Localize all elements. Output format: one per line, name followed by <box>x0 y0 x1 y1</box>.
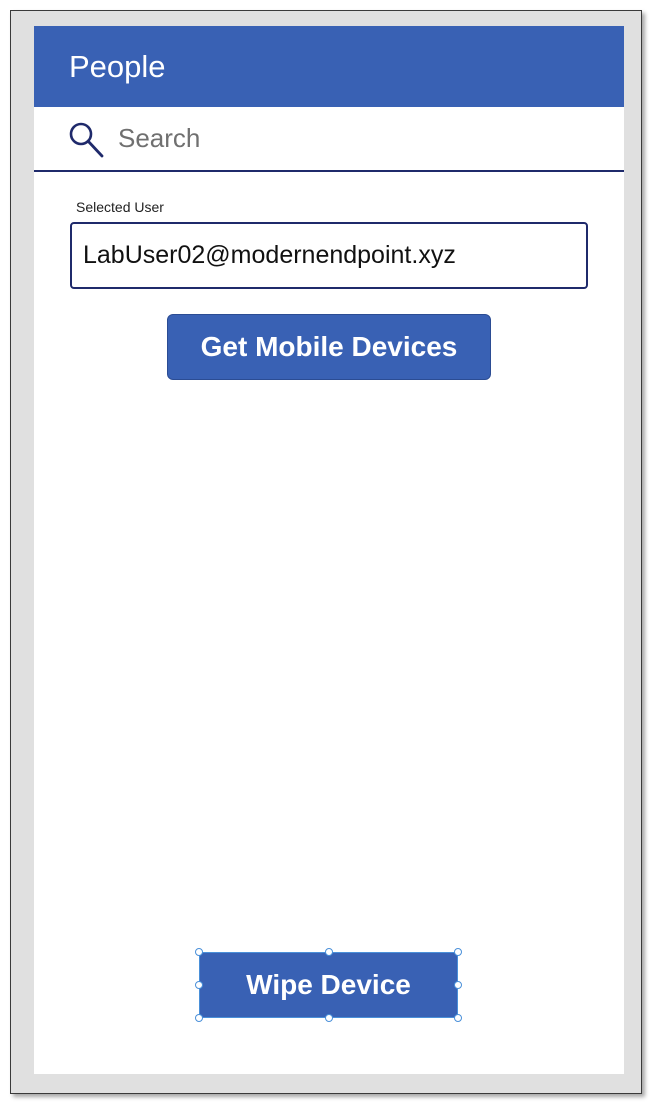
resize-handle-middle-right[interactable] <box>454 981 462 989</box>
resize-handle-bottom-right[interactable] <box>454 1014 462 1022</box>
wipe-device-button[interactable]: Wipe Device <box>199 952 458 1018</box>
resize-handle-bottom-left[interactable] <box>195 1014 203 1022</box>
resize-handle-top-right[interactable] <box>454 948 462 956</box>
resize-handle-top-left[interactable] <box>195 948 203 956</box>
search-bar <box>34 107 624 172</box>
resize-handle-middle-left[interactable] <box>195 981 203 989</box>
resize-handle-top-center[interactable] <box>325 948 333 956</box>
selected-user-field[interactable] <box>70 222 588 289</box>
app-screen: People Selected User Get Mobile Devices … <box>34 26 624 1074</box>
page-title: People <box>69 49 166 84</box>
resize-handle-bottom-center[interactable] <box>325 1014 333 1022</box>
search-input[interactable] <box>114 117 612 159</box>
get-mobile-devices-button[interactable]: Get Mobile Devices <box>167 314 491 380</box>
selected-user-label: Selected User <box>76 199 164 215</box>
search-icon[interactable] <box>68 121 106 159</box>
header-bar: People <box>34 26 624 107</box>
